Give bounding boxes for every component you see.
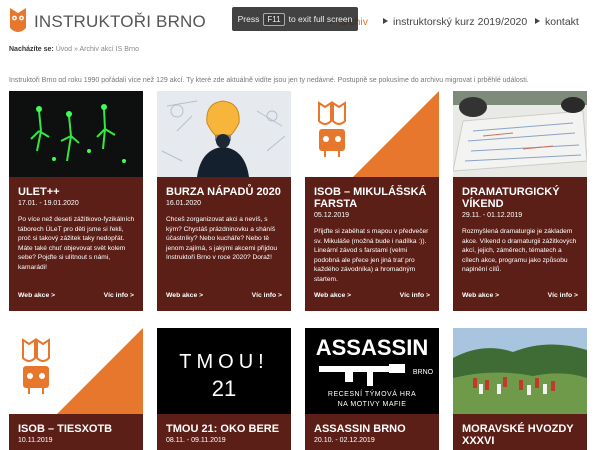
lightbulb-icon (206, 100, 240, 136)
event-date: 05.12.2019 (314, 212, 350, 219)
event-date: 10.11.2019 (18, 437, 53, 444)
event-title[interactable]: ASSASSIN BRNO (314, 423, 433, 435)
event-title[interactable]: ISOB – MIKULÁŠSKÁ FARSTA (314, 186, 433, 210)
fullscreen-notice: Press F11 to exit full screen (232, 7, 358, 31)
event-title[interactable]: ULET++ (18, 186, 137, 198)
event-date: 17.01. - 19.01.2020 (18, 200, 79, 207)
event-card-dramaturgicky-vikend[interactable]: DRAMATURGICKÝ VÍKEND 29.11. - 01.12.2019… (453, 91, 587, 311)
person-silhouette-icon (197, 147, 249, 177)
event-title[interactable]: MORAVSKÉ HVOZDY XXXVI (462, 423, 581, 447)
breadcrumb-label: Nacházíte se: (9, 46, 54, 53)
breadcrumb: Nacházíte se: Úvod » Archiv akcí IS Brno (9, 46, 139, 53)
more-info-link[interactable]: Víc info > (400, 292, 430, 299)
event-card-isob-tiesxotb[interactable]: ISOB – TIESXOTB 10.11.2019 (9, 328, 143, 450)
assassin-logo-text: ASSASSIN (316, 335, 428, 360)
event-image[interactable]: TMOU! 21 (157, 328, 291, 414)
assassin-tagline-1: RECESNÍ TÝMOVÁ HRA (328, 389, 416, 398)
event-description: Po více než deseti zážitkovo-fyzikálních… (18, 216, 135, 271)
event-date: 20.10. - 02.12.2019 (314, 437, 375, 444)
nav-item-kontakt[interactable]: kontakt (535, 16, 579, 28)
web-link[interactable]: Web akce > (166, 292, 203, 299)
assassin-tagline-2: NA MOTIVY MAFIE (338, 401, 407, 408)
event-card-assassin-brno[interactable]: ASSASSIN BRNO RECESNÍ TÝMOVÁ HRA NA MOTI… (305, 328, 439, 450)
fullscreen-notice-text: to exit full screen (288, 14, 353, 24)
event-card-isob-mikulasska[interactable]: ISOB – MIKULÁŠSKÁ FARSTA 05.12.2019 Přij… (305, 91, 439, 311)
event-date: 29.11. - 01.12.2019 (462, 212, 523, 219)
event-title[interactable]: BURZA NÁPADŮ 2020 (166, 186, 285, 198)
event-title[interactable]: TMOU 21: OKO BERE (166, 423, 285, 435)
event-description: Rozmyšlená dramaturgie je základem akce.… (462, 228, 577, 274)
more-info-link[interactable]: Víc info > (548, 292, 578, 299)
web-link[interactable]: Web akce > (462, 292, 499, 299)
event-date: 08.11. - 09.11.2019 (166, 437, 226, 444)
event-title[interactable]: DRAMATURGICKÝ VÍKEND (462, 186, 581, 210)
web-link[interactable]: Web akce > (18, 292, 55, 299)
event-image[interactable] (305, 91, 439, 177)
tmou-logo-number: 21 (212, 376, 236, 401)
nav-label: instruktorský kurz 2019/2020 (393, 16, 528, 28)
nav-label: kontakt (545, 16, 579, 28)
owl-logo-icon (318, 101, 346, 157)
tmou-logo-text: TMOU! (179, 351, 268, 373)
breadcrumb-separator: » (74, 46, 78, 53)
event-image[interactable] (9, 328, 143, 414)
event-image[interactable]: ASSASSIN BRNO RECESNÍ TÝMOVÁ HRA NA MOTI… (305, 328, 439, 414)
intro-text: Instruktoři Brno od roku 1990 pořádali v… (9, 77, 529, 84)
event-image[interactable] (453, 328, 587, 414)
fullscreen-notice-text: Press (237, 14, 260, 24)
f11-key: F11 (263, 12, 285, 26)
rifle-icon (319, 364, 405, 386)
triangle-right-icon (383, 18, 388, 24)
event-title[interactable]: ISOB – TIESXOTB (18, 423, 137, 435)
event-image[interactable] (157, 91, 291, 177)
owl-logo-icon[interactable] (8, 8, 28, 34)
event-card-moravske-hvozdy[interactable]: MORAVSKÉ HVOZDY XXXVI (453, 328, 587, 450)
event-image[interactable] (453, 91, 587, 177)
event-card-tmou[interactable]: TMOU! 21 TMOU 21: OKO BERE 08.11. - 09.1… (157, 328, 291, 450)
event-description: Chceš zorganizovat akci a nevíš, s kým? … (166, 216, 278, 262)
web-link[interactable]: Web akce > (314, 292, 351, 299)
breadcrumb-current: Archiv akcí IS Brno (79, 46, 139, 53)
assassin-logo-sub: BRNO (413, 369, 434, 376)
owl-logo-icon (22, 338, 50, 394)
more-info-link[interactable]: Víc info > (252, 292, 282, 299)
event-card-burza[interactable]: BURZA NÁPADŮ 2020 16.01.2020 Chceš zorga… (157, 91, 291, 311)
breadcrumb-home-link[interactable]: Úvod (56, 46, 72, 53)
nav-item-instruktorsky-kurz[interactable]: instruktorský kurz 2019/2020 (383, 16, 527, 28)
event-card-ulet[interactable]: ULET++ 17.01. - 19.01.2020 Po více než d… (9, 91, 143, 311)
event-description: Přijďte si zaběhat s mapou v předvečer s… (314, 228, 429, 283)
triangle-right-icon (535, 18, 540, 24)
event-image[interactable] (9, 91, 143, 177)
more-info-link[interactable]: Víc info > (104, 292, 134, 299)
site-brand[interactable]: INSTRUKTOŘI BRNO (34, 12, 206, 32)
event-date: 16.01.2020 (166, 200, 202, 207)
